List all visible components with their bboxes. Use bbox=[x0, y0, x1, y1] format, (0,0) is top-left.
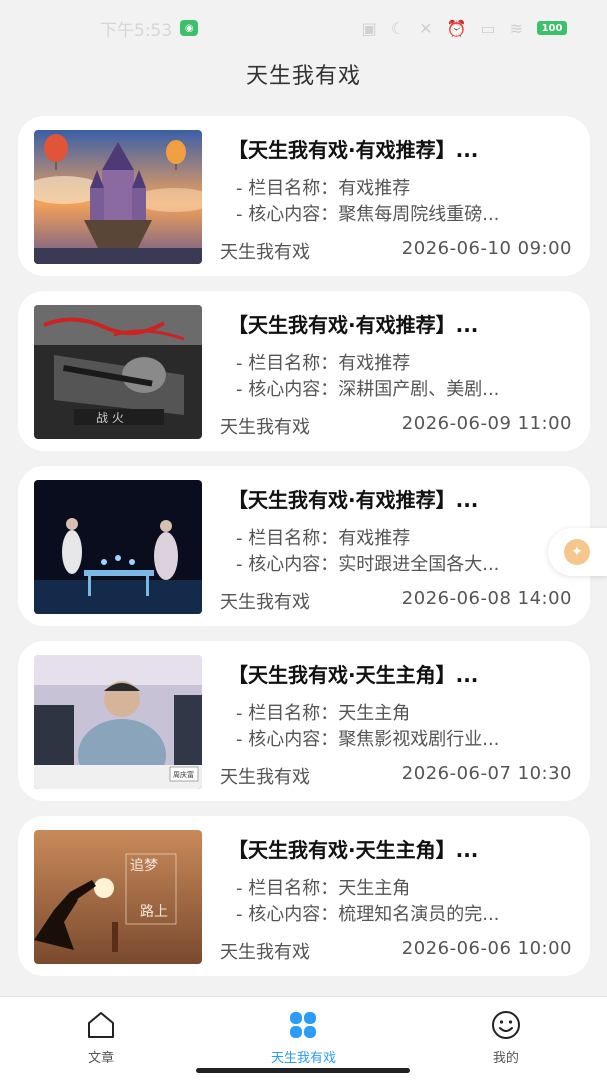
article-content: - 核心内容：实时跟进全国各大... bbox=[236, 550, 576, 576]
column-value: 有戏推荐 bbox=[338, 353, 411, 374]
article-column: - 栏目名称：天生主角 bbox=[236, 699, 576, 725]
content-label: - 核心内容： bbox=[236, 379, 339, 400]
article-thumbnail bbox=[34, 480, 202, 614]
stage-performance-image bbox=[34, 480, 202, 614]
column-label: - 栏目名称： bbox=[236, 528, 339, 549]
conference-speaker-image: 周庆富 bbox=[34, 655, 202, 789]
home-indicator[interactable] bbox=[196, 1068, 410, 1073]
article-title: 【天生我有戏·有戏推荐】... bbox=[228, 313, 479, 337]
article-thumbnail: 战 火 bbox=[34, 305, 202, 439]
article-column: - 栏目名称：有戏推荐 bbox=[236, 174, 576, 200]
tab-label: 天生我有戏 bbox=[270, 1051, 336, 1066]
article-content: - 核心内容：深耕国产剧、美剧... bbox=[236, 375, 576, 401]
article-date: 2026-06-07 10:30 bbox=[401, 763, 572, 784]
mute-icon: ✕ bbox=[419, 18, 433, 38]
article-source: 天生我有戏 bbox=[220, 942, 310, 963]
smiley-icon bbox=[491, 1011, 520, 1039]
content-value: 梳理知名演员的完... bbox=[338, 904, 500, 925]
article-list: 【天生我有戏·有戏推荐】... - 栏目名称：有戏推荐 - 核心内容：聚焦每周院… bbox=[18, 116, 590, 991]
article-thumbnail: 追梦 路上 bbox=[34, 830, 202, 964]
status-bar: 下午5:53 ◉ ▣ ☾ ✕ ⏰ ▭ ≋ 100 bbox=[0, 0, 607, 56]
article-title: 【天生我有戏·天生主角】... bbox=[228, 663, 479, 687]
wechat-notification-icon: ◉ bbox=[180, 20, 199, 36]
svg-text:周庆富: 周庆富 bbox=[173, 770, 194, 779]
content-label: - 核心内容： bbox=[236, 729, 339, 750]
article-title: 【天生我有戏·有戏推荐】... bbox=[228, 138, 479, 162]
person-icon: ✦ bbox=[564, 539, 590, 565]
article-column: - 栏目名称：有戏推荐 bbox=[236, 524, 576, 550]
article-thumbnail: 周庆富 bbox=[34, 655, 202, 789]
article-card[interactable]: 周庆富 【天生我有戏·天生主角】... - 栏目名称：天生主角 - 核心内容：聚… bbox=[18, 641, 590, 801]
screen-icon: ▭ bbox=[480, 18, 496, 38]
tab-label: 我的 bbox=[492, 1051, 519, 1066]
article-source: 天生我有戏 bbox=[220, 417, 310, 438]
page-title: 天生我有戏 bbox=[245, 64, 361, 89]
article-content: - 核心内容：梳理知名演员的完... bbox=[236, 900, 576, 926]
chasing-dream-poster-image: 追梦 路上 bbox=[34, 830, 202, 964]
home-icon bbox=[88, 1012, 115, 1038]
article-date: 2026-06-09 11:00 bbox=[401, 413, 572, 434]
column-value: 有戏推荐 bbox=[338, 528, 411, 549]
article-date: 2026-06-06 10:00 bbox=[401, 938, 572, 959]
content-label: - 核心内容： bbox=[236, 204, 339, 225]
battery-icon: 100 bbox=[537, 21, 567, 35]
article-content: - 核心内容：聚焦影视戏剧行业... bbox=[236, 725, 576, 751]
tab-mine[interactable]: 我的 bbox=[405, 997, 607, 1080]
svg-text:追梦: 追梦 bbox=[130, 858, 158, 874]
article-source: 天生我有戏 bbox=[220, 767, 310, 788]
wifi-icon: ≋ bbox=[509, 18, 523, 38]
column-label: - 栏目名称： bbox=[236, 878, 339, 899]
column-value: 天生主角 bbox=[338, 703, 411, 724]
article-content: - 核心内容：聚焦每周院线重磅... bbox=[236, 200, 576, 226]
article-card[interactable]: 追梦 路上 【天生我有戏·天生主角】... - 栏目名称：天生主角 - 核心内容… bbox=[18, 816, 590, 976]
content-value: 实时跟进全国各大... bbox=[338, 554, 500, 575]
status-time: 下午5:53 bbox=[100, 20, 173, 41]
alarm-icon: ⏰ bbox=[446, 18, 467, 38]
floating-castle-image bbox=[34, 130, 202, 264]
content-label: - 核心内容： bbox=[236, 904, 339, 925]
article-card[interactable]: 【天生我有戏·有戏推荐】... - 栏目名称：有戏推荐 - 核心内容：聚焦每周院… bbox=[18, 116, 590, 276]
content-value: 深耕国产剧、美剧... bbox=[338, 379, 500, 400]
article-date: 2026-06-08 14:00 bbox=[401, 588, 572, 609]
article-source: 天生我有戏 bbox=[220, 592, 310, 613]
article-title: 【天生我有戏·天生主角】... bbox=[228, 838, 479, 862]
article-thumbnail bbox=[34, 130, 202, 264]
content-label: - 核心内容： bbox=[236, 554, 339, 575]
article-column: - 栏目名称：天生主角 bbox=[236, 874, 576, 900]
column-label: - 栏目名称： bbox=[236, 178, 339, 199]
article-column: - 栏目名称：有戏推荐 bbox=[236, 349, 576, 375]
article-card[interactable]: 战 火 【天生我有戏·有戏推荐】... - 栏目名称：有戏推荐 - 核心内容：深… bbox=[18, 291, 590, 451]
nfc-icon: ▣ bbox=[361, 18, 377, 38]
column-label: - 栏目名称： bbox=[236, 703, 339, 724]
column-value: 有戏推荐 bbox=[338, 178, 411, 199]
tab-label: 文章 bbox=[88, 1051, 115, 1066]
clover-icon bbox=[290, 1012, 317, 1038]
column-value: 天生主角 bbox=[338, 878, 411, 899]
status-right: ▣ ☾ ✕ ⏰ ▭ ≋ 100 bbox=[362, 19, 567, 38]
article-card[interactable]: 【天生我有戏·有戏推荐】... - 栏目名称：有戏推荐 - 核心内容：实时跟进全… bbox=[18, 466, 590, 626]
status-left: 下午5:53 ◉ bbox=[100, 16, 199, 41]
moon-icon: ☾ bbox=[390, 18, 406, 38]
content-value: 聚焦影视戏剧行业... bbox=[338, 729, 500, 750]
article-title: 【天生我有戏·有戏推荐】... bbox=[228, 488, 479, 512]
article-date: 2026-06-10 09:00 bbox=[401, 238, 572, 259]
tab-articles[interactable]: 文章 bbox=[0, 997, 202, 1080]
content-value: 聚焦每周院线重磅... bbox=[338, 204, 500, 225]
article-source: 天生我有戏 bbox=[220, 242, 310, 263]
column-label: - 栏目名称： bbox=[236, 353, 339, 374]
svg-text:路上: 路上 bbox=[140, 904, 168, 920]
war-drama-poster-image: 战 火 bbox=[34, 305, 202, 439]
svg-text:战 火: 战 火 bbox=[96, 411, 124, 425]
floating-assist-button[interactable]: ✦ bbox=[548, 528, 607, 576]
